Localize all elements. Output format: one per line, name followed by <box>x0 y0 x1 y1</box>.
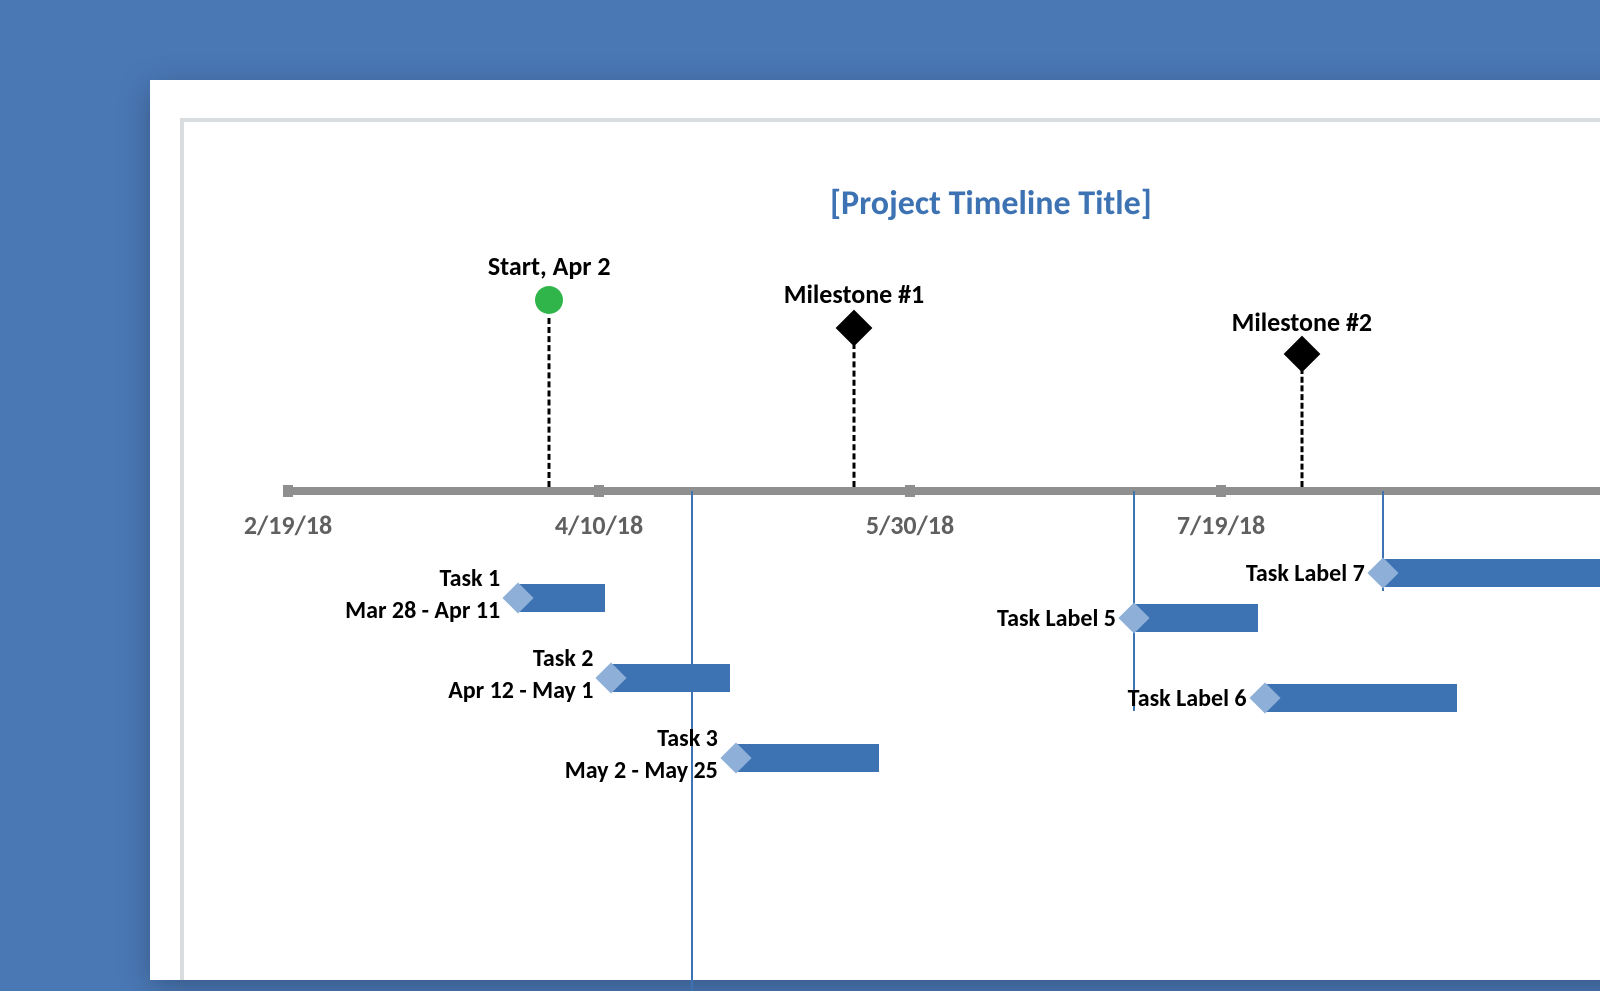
milestone-diamond-icon <box>1283 336 1320 373</box>
task-group-connector <box>1133 491 1135 711</box>
axis-tick <box>594 485 604 497</box>
milestone-diamond-icon <box>836 310 873 347</box>
axis-tick-label: 7/19/18 <box>1177 509 1265 541</box>
timeline-canvas: [Project Timeline Title] 2/19/18 4/10/18 5… <box>180 118 1600 980</box>
task-name: Task 2 <box>533 644 594 673</box>
milestone-circle-icon <box>535 286 563 314</box>
task-name: Task Label 5 <box>997 604 1116 633</box>
task-date-range: Apr 12 - May 1 <box>448 676 593 705</box>
axis-line <box>288 487 1600 495</box>
milestone-connector <box>548 318 551 487</box>
milestone-label: Start, Apr 2 <box>488 250 611 282</box>
axis-tick-label: 5/30/18 <box>866 509 954 541</box>
task-date-range: May 2 - May 25 <box>565 756 718 785</box>
milestone-connector <box>853 343 856 487</box>
task-bar <box>611 664 729 692</box>
axis-tick <box>1216 485 1226 497</box>
axis-tick <box>283 485 293 497</box>
task-date-range: Mar 28 - Apr 11 <box>345 596 500 625</box>
task-name: Task Label 6 <box>1128 684 1247 713</box>
axis-tick <box>905 485 915 497</box>
chart-title: [Project Timeline Title] <box>830 183 1152 224</box>
axis-tick-label: 2/19/18 <box>244 509 332 541</box>
axis-tick-label: 4/10/18 <box>555 509 643 541</box>
task-name: Task Label 7 <box>1246 559 1365 588</box>
task-name: Task 1 <box>440 564 501 593</box>
task-bar <box>1265 684 1458 712</box>
milestone-label: Milestone #2 <box>1232 306 1372 338</box>
document-paper: [Project Timeline Title] 2/19/18 4/10/18 5… <box>150 80 1600 980</box>
task-name: Task 3 <box>657 724 718 753</box>
milestone-label: Milestone #1 <box>784 278 924 310</box>
task-bar <box>1383 559 1600 587</box>
task-bar <box>736 744 879 772</box>
milestone-connector <box>1300 368 1303 487</box>
task-bar <box>1134 604 1258 632</box>
